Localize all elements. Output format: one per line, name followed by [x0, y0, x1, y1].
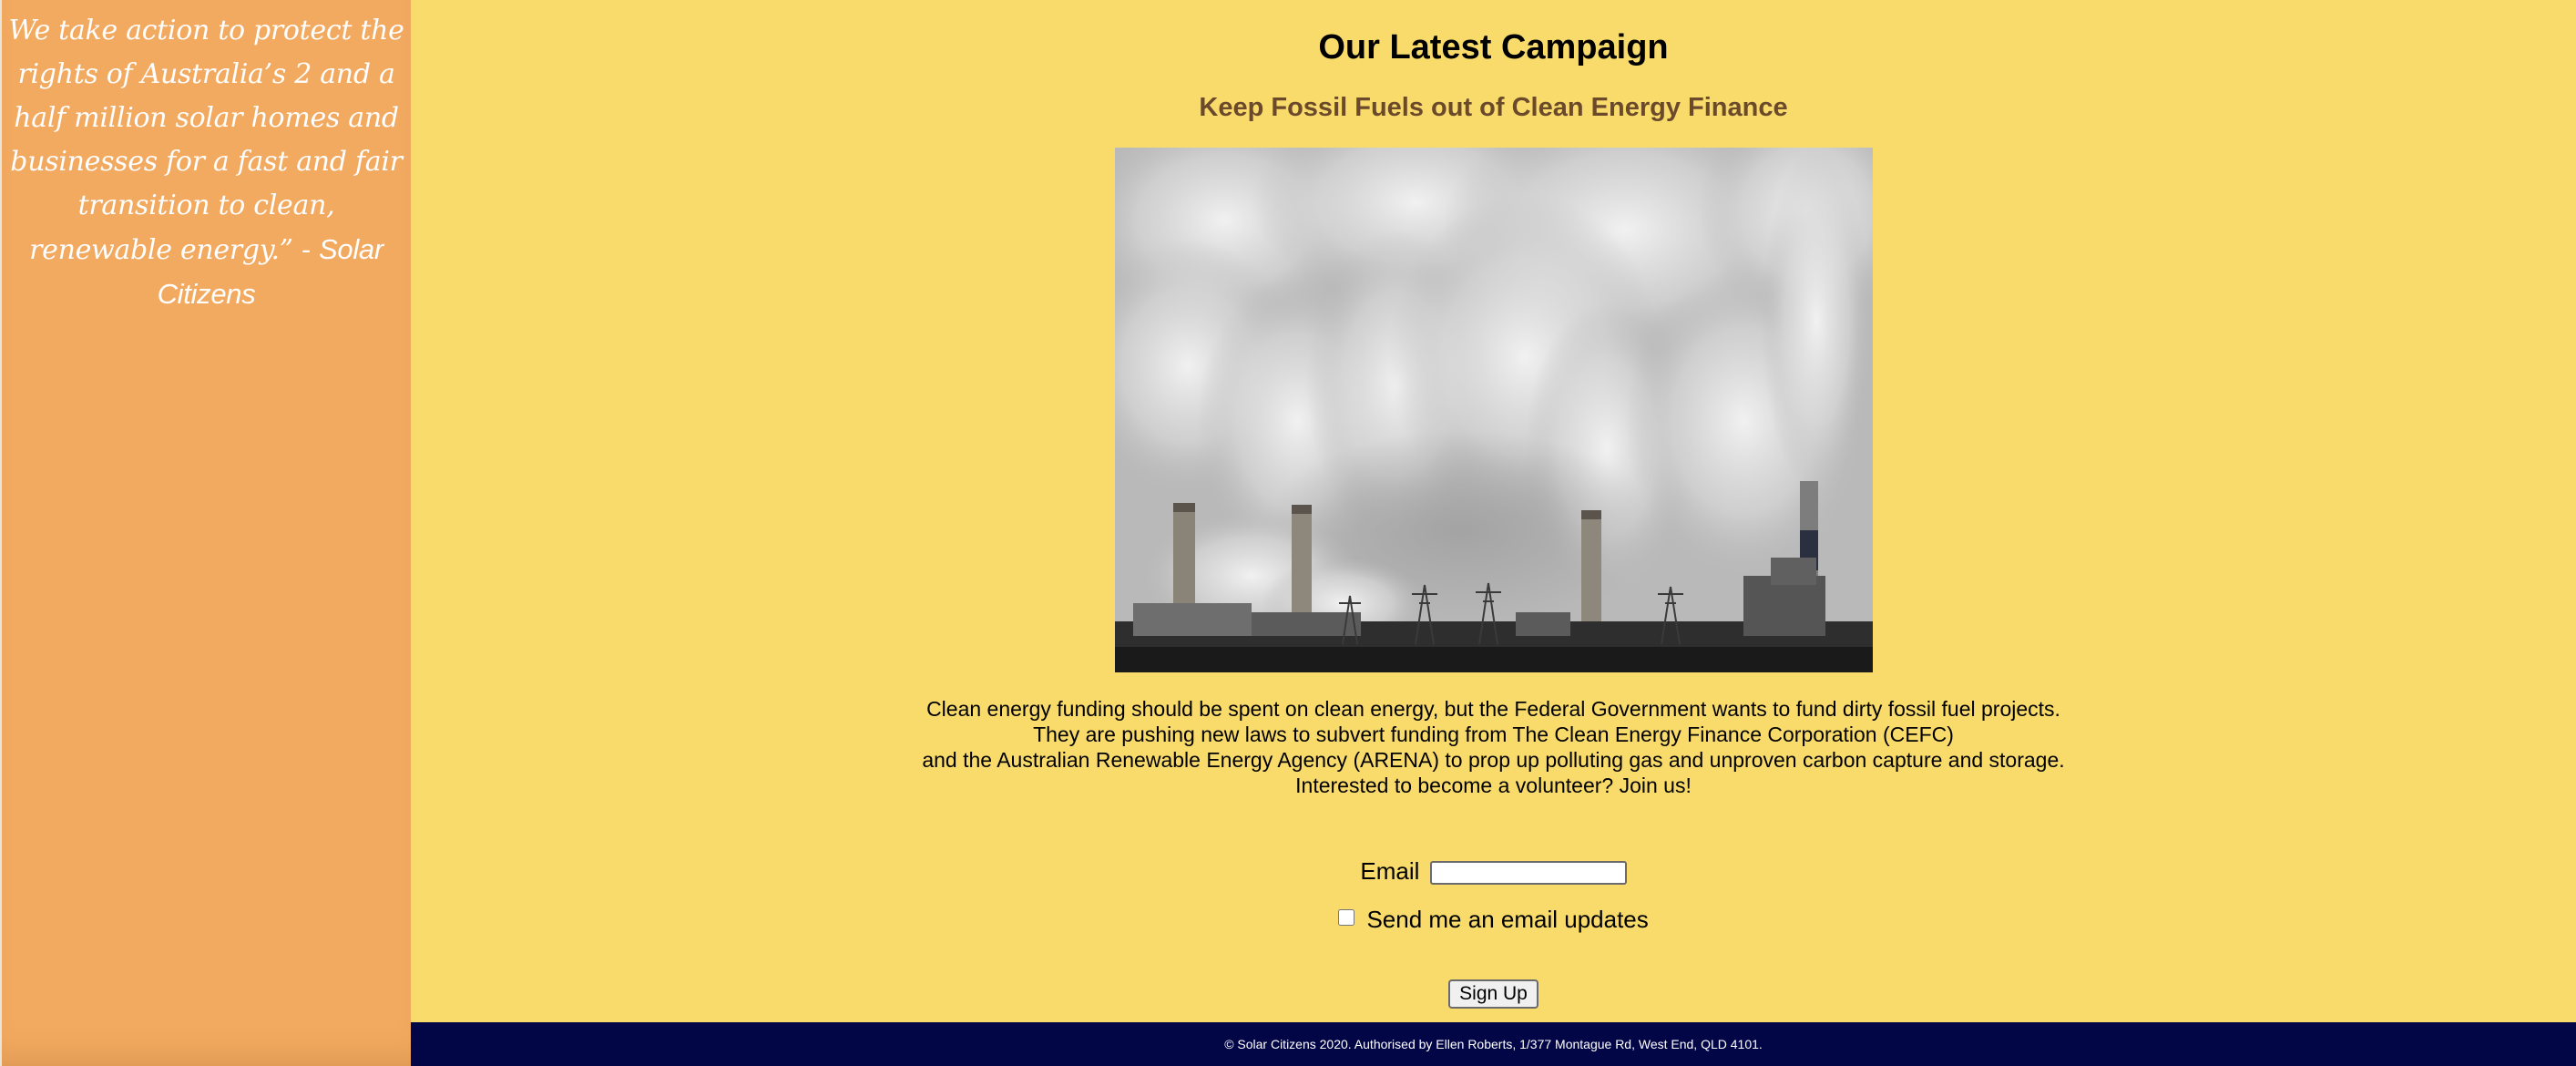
signup-wrapper: Sign Up: [411, 979, 2576, 1009]
campaign-description: Clean energy funding should be spent on …: [411, 696, 2576, 798]
sidebar-quote: We take action to protect the rights of …: [2, 9, 411, 317]
campaign-subtitle: Keep Fossil Fuels out of Clean Energy Fi…: [1199, 93, 1788, 122]
email-input[interactable]: [1429, 861, 1627, 886]
description-line: They are pushing new laws to subvert fun…: [1033, 723, 1954, 746]
description-line: Interested to become a volunteer? Join u…: [1295, 774, 1692, 797]
description-line: Clean energy funding should be spent on …: [926, 697, 2060, 721]
description-line: and the Australian Renewable Energy Agen…: [922, 748, 2065, 772]
quote-text: We take action to protect the rights of …: [8, 15, 404, 266]
updates-row: Send me an email updates: [411, 904, 2576, 935]
updates-checkbox[interactable]: [1338, 909, 1355, 927]
updates-label: Send me an email updates: [1366, 906, 1649, 933]
footer-text: © Solar Citizens 2020. Authorised by Ell…: [1224, 1037, 1763, 1051]
main-content: Our Latest Campaign Keep Fossil Fuels ou…: [411, 0, 2576, 1022]
email-row: Email: [411, 853, 2576, 889]
campaign-image: [1115, 148, 1873, 672]
email-label: Email: [1360, 857, 1420, 885]
sign-up-button[interactable]: Sign Up: [1448, 979, 1538, 1009]
page-title: Our Latest Campaign: [1318, 28, 1669, 67]
footer: © Solar Citizens 2020. Authorised by Ell…: [411, 1022, 2576, 1066]
signup-form: Email Send me an email updates: [411, 853, 2576, 935]
sidebar: We take action to protect the rights of …: [0, 0, 411, 1066]
